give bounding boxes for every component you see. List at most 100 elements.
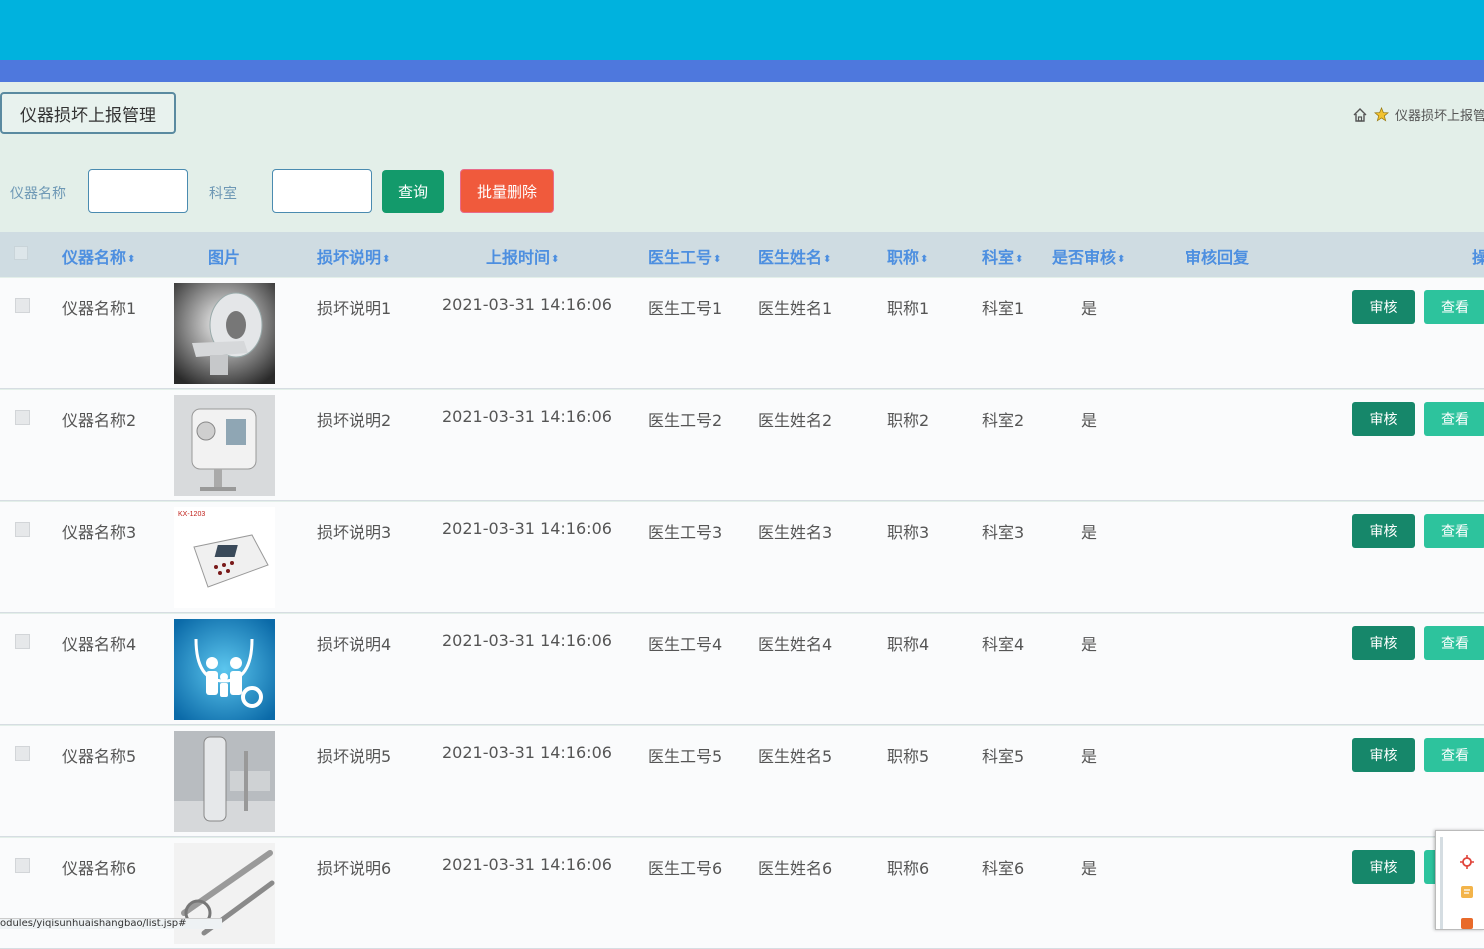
cell-desc: 损坏说明1 <box>317 299 392 318</box>
cell-doctor-id: 医生工号5 <box>648 747 723 766</box>
page-title: 仪器损坏上报管理 <box>0 92 176 134</box>
cell-doctor-name: 医生姓名2 <box>758 411 833 430</box>
select-all-checkbox[interactable] <box>14 246 28 260</box>
cell-name: 仪器名称5 <box>62 747 137 766</box>
media-icon[interactable] <box>1460 917 1474 929</box>
audit-button[interactable]: 审核 <box>1352 402 1415 436</box>
cell-title: 职称5 <box>887 747 930 766</box>
cell-desc: 损坏说明2 <box>317 411 392 430</box>
col-header-doctor-id[interactable]: 医生工号⬍ <box>648 244 721 268</box>
cell-desc: 损坏说明5 <box>317 747 392 766</box>
view-button[interactable]: 查看 <box>1424 514 1484 548</box>
home-icon[interactable] <box>1352 107 1368 123</box>
status-url: odules/yiqisunhuaishangbao/list.jsp# <box>0 918 222 929</box>
cell-dept: 科室1 <box>982 299 1025 318</box>
col-header-time[interactable]: 上报时间⬍ <box>486 244 559 268</box>
audit-button[interactable]: 审核 <box>1352 850 1415 884</box>
cell-doctor-id: 医生工号3 <box>648 523 723 542</box>
cell-doctor-name: 医生姓名4 <box>758 635 833 654</box>
cell-title: 职称4 <box>887 635 930 654</box>
instrument-image <box>174 731 275 832</box>
floating-tool-panel <box>1435 830 1484 930</box>
cell-time: 2021-03-31 14:16:06 <box>442 855 612 874</box>
col-header-desc[interactable]: 损坏说明⬍ <box>317 244 390 268</box>
sort-icon[interactable]: ⬍ <box>382 254 390 265</box>
row-checkbox[interactable] <box>15 858 30 873</box>
cell-audited: 是 <box>1081 523 1098 542</box>
audit-button[interactable]: 审核 <box>1352 738 1415 772</box>
cell-doctor-id: 医生工号6 <box>648 859 723 878</box>
cell-time: 2021-03-31 14:16:06 <box>442 631 612 650</box>
query-button[interactable]: 查询 <box>382 170 444 213</box>
view-button[interactable]: 查看 <box>1424 402 1484 436</box>
instrument-image <box>174 619 275 720</box>
cell-doctor-name: 医生姓名3 <box>758 523 833 542</box>
top-header-bar <box>0 0 1484 60</box>
row-checkbox[interactable] <box>15 298 30 313</box>
sort-icon[interactable]: ⬍ <box>551 254 559 265</box>
audit-button[interactable]: 审核 <box>1352 514 1415 548</box>
col-header-actions: 操作 <box>1472 248 1484 267</box>
sort-icon[interactable]: ⬍ <box>1117 254 1125 265</box>
cell-doctor-id: 医生工号2 <box>648 411 723 430</box>
col-header-doctor-name[interactable]: 医生姓名⬍ <box>758 244 831 268</box>
cell-dept: 科室6 <box>982 859 1025 878</box>
col-header-title[interactable]: 职称⬍ <box>887 244 928 268</box>
cell-desc: 损坏说明4 <box>317 635 392 654</box>
cell-doctor-id: 医生工号4 <box>648 635 723 654</box>
instrument-image: KX-1203 <box>174 507 275 608</box>
cell-audited: 是 <box>1081 859 1098 878</box>
cell-dept: 科室4 <box>982 635 1025 654</box>
row-checkbox[interactable] <box>15 746 30 761</box>
row-checkbox[interactable] <box>15 522 30 537</box>
batch-delete-button[interactable]: 批量删除 <box>460 169 554 213</box>
breadcrumb-current[interactable]: 仪器损坏上报管理 <box>1395 105 1484 124</box>
star-icon <box>1374 107 1389 122</box>
instrument-image <box>174 283 275 384</box>
cell-title: 职称3 <box>887 523 930 542</box>
cell-dept: 科室3 <box>982 523 1025 542</box>
sort-icon[interactable]: ⬍ <box>920 254 928 265</box>
instrument-image <box>174 395 275 496</box>
search-name-label: 仪器名称 <box>10 186 66 202</box>
cell-doctor-id: 医生工号1 <box>648 299 723 318</box>
breadcrumb: 仪器损坏上报管理 <box>1352 105 1484 124</box>
cell-title: 职称1 <box>887 299 930 318</box>
cell-time: 2021-03-31 14:16:06 <box>442 743 612 762</box>
audit-button[interactable]: 审核 <box>1352 626 1415 660</box>
thumb-caption: KX-1203 <box>178 511 205 518</box>
cell-name: 仪器名称1 <box>62 299 137 318</box>
cell-audited: 是 <box>1081 747 1098 766</box>
cell-audited: 是 <box>1081 411 1098 430</box>
view-button[interactable]: 查看 <box>1424 626 1484 660</box>
row-checkbox[interactable] <box>15 410 30 425</box>
cell-time: 2021-03-31 14:16:06 <box>442 519 612 538</box>
view-button[interactable]: 查看 <box>1424 738 1484 772</box>
cell-title: 职称6 <box>887 859 930 878</box>
sub-header-bar <box>0 60 1484 82</box>
col-header-image: 图片 <box>208 248 241 267</box>
cell-time: 2021-03-31 14:16:06 <box>442 295 612 314</box>
search-dept-label: 科室 <box>209 186 237 202</box>
settings-icon[interactable] <box>1460 855 1474 869</box>
department-input[interactable] <box>272 169 372 213</box>
sort-icon[interactable]: ⬍ <box>127 254 135 265</box>
col-header-audited[interactable]: 是否审核⬍ <box>1052 244 1125 268</box>
col-header-dept[interactable]: 科室⬍ <box>982 244 1023 268</box>
note-icon[interactable] <box>1460 885 1474 899</box>
sort-icon[interactable]: ⬍ <box>713 254 721 265</box>
cell-audited: 是 <box>1081 635 1098 654</box>
audit-button[interactable]: 审核 <box>1352 290 1415 324</box>
cell-name: 仪器名称6 <box>62 859 137 878</box>
cell-doctor-name: 医生姓名6 <box>758 859 833 878</box>
cell-name: 仪器名称4 <box>62 635 137 654</box>
view-button[interactable]: 查看 <box>1424 290 1484 324</box>
sort-icon[interactable]: ⬍ <box>1015 254 1023 265</box>
cell-title: 职称2 <box>887 411 930 430</box>
col-header-name[interactable]: 仪器名称⬍ <box>62 244 135 268</box>
instrument-name-input[interactable] <box>88 169 188 213</box>
sort-icon[interactable]: ⬍ <box>823 254 831 265</box>
cell-doctor-name: 医生姓名1 <box>758 299 833 318</box>
row-checkbox[interactable] <box>15 634 30 649</box>
col-header-reply: 审核回复 <box>1185 248 1250 267</box>
